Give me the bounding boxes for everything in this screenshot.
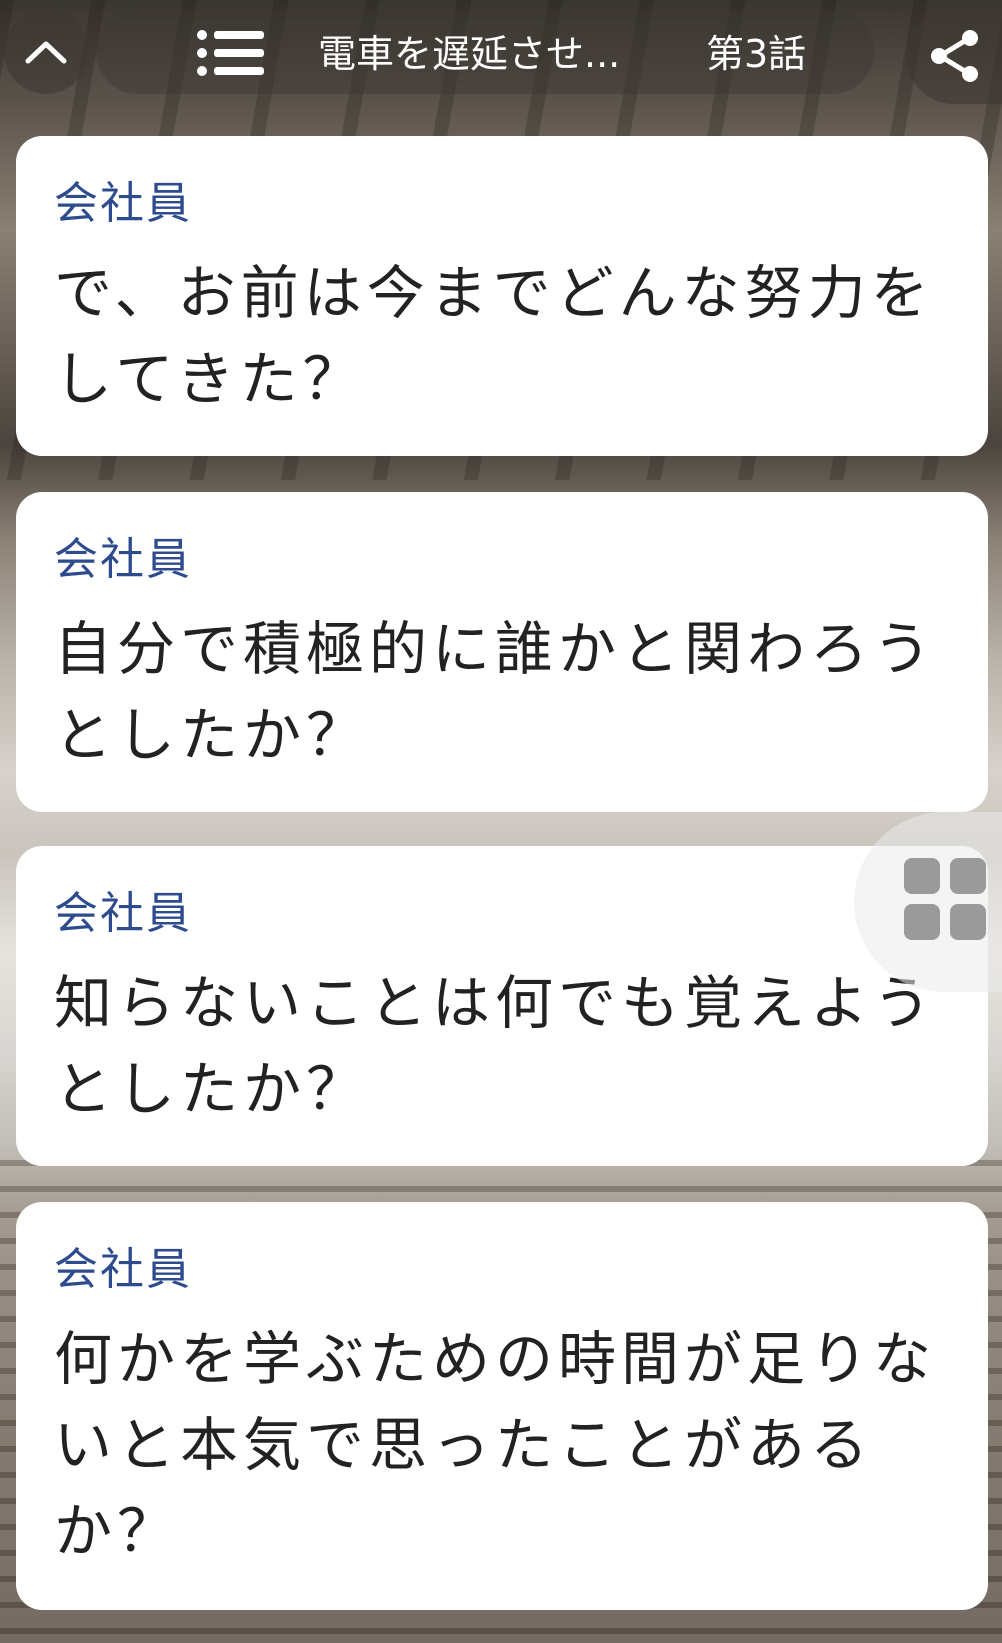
list-icon[interactable]: [196, 28, 266, 78]
message-text: 何かを学ぶための時間が足りな いと本気で思ったことがある か？: [54, 1325, 937, 1565]
episode-label: 第3話: [706, 32, 807, 76]
message-card: 会社員 自分で積極的に誰かと関わろう としたか？: [16, 492, 988, 812]
grid-icon[interactable]: [904, 858, 990, 944]
share-icon: [931, 30, 978, 82]
top-bar: 電車を遅延させ... 第3話: [0, 0, 1002, 108]
speaker-name: 会社員: [54, 1244, 192, 1295]
share-button[interactable]: [906, 8, 1002, 104]
message-card: 会社員 で、お前は今までどんな努力を してきた？: [16, 136, 988, 456]
message-card: 会社員 知らないことは何でも覚えよう としたか？: [16, 846, 988, 1166]
message-text: 知らないことは何でも覚えよう としたか？: [54, 969, 937, 1123]
chevron-up-icon: [25, 41, 67, 64]
story-title: 電車を遅延させ...: [318, 32, 621, 76]
message-text: 自分で積極的に誰かと関わろう としたか？: [54, 615, 937, 769]
message-text: で、お前は今までどんな努力を してきた？: [54, 259, 934, 413]
back-button[interactable]: [4, 10, 88, 94]
speaker-name: 会社員: [54, 534, 192, 585]
speaker-name: 会社員: [54, 178, 192, 229]
speaker-name: 会社員: [54, 888, 192, 939]
message-card: 会社員 何かを学ぶための時間が足りな いと本気で思ったことがある か？: [16, 1202, 988, 1610]
